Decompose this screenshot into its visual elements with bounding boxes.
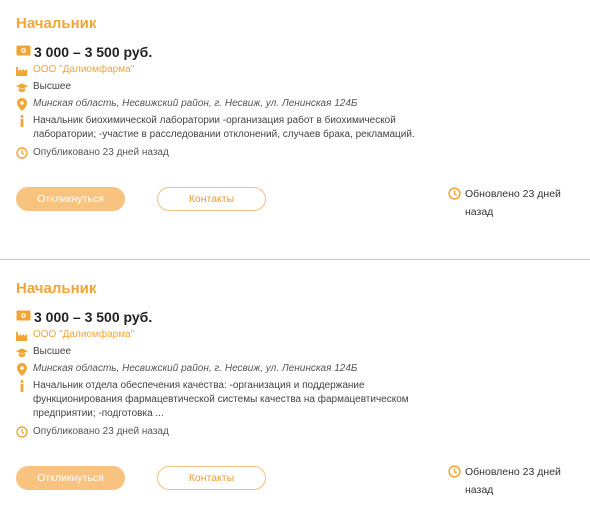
clock-icon	[16, 426, 28, 438]
salary: 3 000 – 3 500 руб.	[34, 44, 153, 60]
education-row: Высшее	[16, 80, 71, 94]
updated-info: Обновлено 23 дней назад	[448, 463, 575, 499]
published-row: Опубликовано 23 дней назад	[16, 146, 169, 160]
updated-info: Обновлено 23 дней назад	[448, 185, 575, 221]
money-icon	[16, 43, 31, 61]
education-row: Высшее	[16, 345, 71, 359]
location-pin-icon	[16, 362, 28, 376]
clock-icon	[448, 465, 461, 478]
company-name[interactable]: ООО "Далиомфарма"	[33, 63, 134, 77]
card-divider	[0, 259, 590, 260]
money-icon	[16, 308, 31, 326]
published-row: Опубликовано 23 дней назад	[16, 425, 169, 439]
education: Высшее	[33, 81, 72, 92]
vacancy-card: Начальник 3 000 – 3 500 руб. ООО "Далиом…	[0, 266, 590, 512]
company-row: ООО "Далиомфарма"	[16, 63, 134, 77]
vacancy-card: Начальник 3 000 – 3 500 руб. ООО "Далиом…	[0, 0, 590, 244]
apply-button[interactable]: Откликнуться	[16, 187, 125, 211]
clock-icon	[16, 147, 28, 159]
info-icon	[16, 115, 28, 127]
address: Минская область, Несвижский район, г. Не…	[33, 98, 358, 109]
vacancy-title[interactable]: Начальник	[16, 280, 96, 297]
graduation-cap-icon	[16, 81, 28, 93]
contacts-button[interactable]: Контакты	[157, 187, 266, 211]
location-pin-icon	[16, 97, 28, 111]
description-row: Начальник биохимической лаборатории -орг…	[16, 114, 423, 142]
factory-icon	[16, 329, 28, 341]
address-row: Минская область, Несвижский район, г. Не…	[16, 362, 357, 376]
description: Начальник биохимической лаборатории -орг…	[33, 115, 415, 140]
graduation-cap-icon	[16, 346, 28, 358]
company-row: ООО "Далиомфарма"	[16, 328, 134, 342]
clock-icon	[448, 187, 461, 200]
description: Начальник отдела обеспечения качества: -…	[33, 380, 409, 419]
updated-date: Обновлено 23 дней назад	[465, 466, 561, 496]
contacts-button[interactable]: Контакты	[157, 466, 266, 490]
vacancy-title[interactable]: Начальник	[16, 15, 96, 32]
education: Высшее	[33, 346, 72, 357]
apply-button[interactable]: Откликнуться	[16, 466, 125, 490]
published-date: Опубликовано 23 дней назад	[33, 147, 169, 158]
factory-icon	[16, 64, 28, 76]
published-date: Опубликовано 23 дней назад	[33, 426, 169, 437]
company-name[interactable]: ООО "Далиомфарма"	[33, 328, 134, 342]
updated-date: Обновлено 23 дней назад	[465, 188, 561, 218]
description-row: Начальник отдела обеспечения качества: -…	[16, 379, 423, 421]
salary: 3 000 – 3 500 руб.	[34, 309, 153, 325]
salary-row: 3 000 – 3 500 руб.	[16, 308, 152, 326]
salary-row: 3 000 – 3 500 руб.	[16, 43, 152, 61]
address: Минская область, Несвижский район, г. Не…	[33, 363, 358, 374]
address-row: Минская область, Несвижский район, г. Не…	[16, 97, 357, 111]
info-icon	[16, 380, 28, 392]
